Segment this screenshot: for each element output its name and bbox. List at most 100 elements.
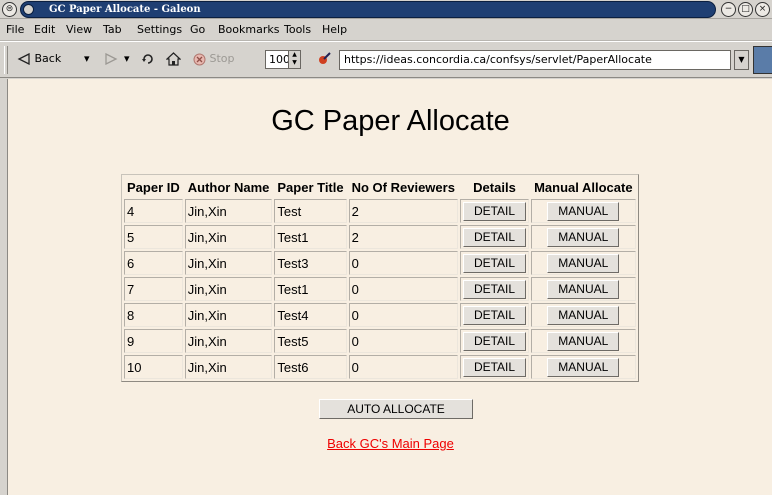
forward-arrow-icon <box>105 52 118 66</box>
menu-edit[interactable]: Edit <box>34 23 55 37</box>
detail-button[interactable]: DETAIL <box>462 201 527 221</box>
author-cell: Jin,Xin <box>184 251 273 275</box>
paper-id-cell: 4 <box>124 199 183 223</box>
detail-button[interactable]: DETAIL <box>462 305 527 325</box>
manual-button[interactable]: MANUAL <box>547 227 620 247</box>
manual-button[interactable]: MANUAL <box>547 305 620 325</box>
navigation-toolbar: Back ▾ ▾ Stop 100 ▲ ▼ https://ideas.conc… <box>0 41 772 78</box>
title-cell: Test5 <box>274 329 347 353</box>
manual-button[interactable]: MANUAL <box>547 201 620 221</box>
menu-tab[interactable]: Tab <box>103 23 122 37</box>
back-arrow-icon <box>17 52 30 66</box>
page-content: GC Paper Allocate Paper ID Author Name P… <box>7 79 772 495</box>
menu-go[interactable]: Go <box>190 23 205 37</box>
details-cell: DETAIL <box>459 251 530 275</box>
header-paper-id: Paper ID <box>127 179 180 195</box>
back-history-dropdown-icon[interactable]: ▾ <box>84 52 90 66</box>
table-row: 10 Jin,Xin Test6 0 DETAIL MANUAL <box>124 355 636 379</box>
detail-button[interactable]: DETAIL <box>462 253 527 273</box>
details-cell: DETAIL <box>459 199 530 223</box>
detail-button[interactable]: DETAIL <box>462 331 527 351</box>
content-left-edge <box>0 79 7 495</box>
header-paper-title: Paper Title <box>277 179 344 195</box>
menu-settings[interactable]: Settings <box>137 23 182 37</box>
details-cell: DETAIL <box>459 355 530 379</box>
window-title: GC Paper Allocate - Galeon <box>49 4 201 15</box>
paper-id-cell: 8 <box>124 303 183 327</box>
header-manual-allocate: Manual Allocate <box>534 179 633 195</box>
manual-cell: MANUAL <box>531 329 636 353</box>
manual-cell: MANUAL <box>531 251 636 275</box>
table-row: 8 Jin,Xin Test4 0 DETAIL MANUAL <box>124 303 636 327</box>
maximize-icon[interactable]: □ <box>738 2 753 17</box>
auto-allocate-button[interactable]: AUTO ALLOCATE <box>319 399 473 419</box>
reviewers-cell: 0 <box>348 303 458 327</box>
home-icon[interactable] <box>165 52 182 66</box>
table-row: 7 Jin,Xin Test1 0 DETAIL MANUAL <box>124 277 636 301</box>
title-cell: Test3 <box>274 251 347 275</box>
detail-button[interactable]: DETAIL <box>462 227 527 247</box>
author-cell: Jin,Xin <box>184 199 273 223</box>
table-header-row: Paper ID Author Name Paper Title No Of R… <box>124 177 636 197</box>
menubar: File Edit View Tab Settings Go Bookmarks… <box>0 19 772 41</box>
menu-help[interactable]: Help <box>322 23 347 37</box>
paper-id-cell: 7 <box>124 277 183 301</box>
manual-button[interactable]: MANUAL <box>547 279 620 299</box>
reviewers-cell: 0 <box>348 251 458 275</box>
forward-button[interactable] <box>104 52 118 66</box>
table-row: 4 Jin,Xin Test 2 DETAIL MANUAL <box>124 199 636 223</box>
reload-icon[interactable] <box>141 52 155 66</box>
manual-button[interactable]: MANUAL <box>547 253 620 273</box>
stop-button[interactable]: Stop <box>193 52 235 66</box>
title-cell: Test4 <box>274 303 347 327</box>
detail-button[interactable]: DETAIL <box>462 357 527 377</box>
window-menu-icon[interactable]: ⊜ <box>2 2 17 17</box>
forward-history-dropdown-icon[interactable]: ▾ <box>124 52 130 66</box>
title-cell: Test1 <box>274 225 347 249</box>
title-cell: Test6 <box>274 355 347 379</box>
menu-tools[interactable]: Tools <box>284 23 311 37</box>
table-row: 5 Jin,Xin Test1 2 DETAIL MANUAL <box>124 225 636 249</box>
back-button[interactable]: Back <box>17 52 61 66</box>
manual-cell: MANUAL <box>531 199 636 223</box>
toolbar-grip[interactable] <box>4 46 8 74</box>
author-cell: Jin,Xin <box>184 277 273 301</box>
reviewers-cell: 2 <box>348 225 458 249</box>
reviewers-cell: 0 <box>348 355 458 379</box>
reviewers-cell: 2 <box>348 199 458 223</box>
back-main-page-link[interactable]: Back GC's Main Page <box>8 436 772 451</box>
menu-bookmarks[interactable]: Bookmarks <box>218 23 279 37</box>
stop-button-label: Stop <box>209 52 235 65</box>
header-no-of-reviewers: No Of Reviewers <box>351 179 455 195</box>
paper-id-cell: 6 <box>124 251 183 275</box>
stop-icon <box>193 53 206 65</box>
back-button-label: Back <box>34 52 62 65</box>
zoom-stepper[interactable]: ▲ ▼ <box>288 50 301 69</box>
window-titlebar: ⊜ GC Paper Allocate - Galeon − □ × <box>0 0 772 19</box>
title-cap-icon <box>23 4 34 15</box>
details-cell: DETAIL <box>459 303 530 327</box>
url-input[interactable]: https://ideas.concordia.ca/confsys/servl… <box>339 50 731 70</box>
close-icon[interactable]: × <box>755 2 770 17</box>
manual-button[interactable]: MANUAL <box>547 357 620 377</box>
details-cell: DETAIL <box>459 277 530 301</box>
paper-allocation-table: Paper ID Author Name Paper Title No Of R… <box>121 174 639 382</box>
menu-file[interactable]: File <box>6 23 24 37</box>
title-cell: Test <box>274 199 347 223</box>
author-cell: Jin,Xin <box>184 355 273 379</box>
manual-button[interactable]: MANUAL <box>547 331 620 351</box>
manual-cell: MANUAL <box>531 225 636 249</box>
table-row: 9 Jin,Xin Test5 0 DETAIL MANUAL <box>124 329 636 353</box>
table-row: 6 Jin,Xin Test3 0 DETAIL MANUAL <box>124 251 636 275</box>
throbber-icon[interactable] <box>753 46 772 74</box>
reviewers-cell: 0 <box>348 277 458 301</box>
detail-button[interactable]: DETAIL <box>462 279 527 299</box>
minimize-icon[interactable]: − <box>721 2 736 17</box>
reviewers-cell: 0 <box>348 329 458 353</box>
paper-id-cell: 5 <box>124 225 183 249</box>
author-cell: Jin,Xin <box>184 329 273 353</box>
title-cell: Test1 <box>274 277 347 301</box>
url-history-dropdown-icon[interactable]: ▼ <box>734 50 749 70</box>
menu-view[interactable]: View <box>66 23 92 37</box>
page-title: GC Paper Allocate <box>271 105 510 137</box>
